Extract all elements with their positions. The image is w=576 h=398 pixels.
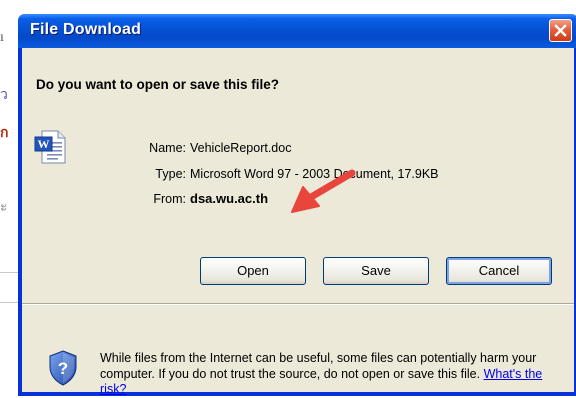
file-type-value: Microsoft Word 97 - 2003 Document, 17.9K… [190,167,439,181]
security-shield-icon: ? [49,350,77,386]
question-text: Do you want to open or save this file? [36,77,280,92]
from-label: From: [153,192,186,206]
background-text-fragment: ว [0,88,8,103]
title-bar[interactable]: File Download [18,14,576,48]
close-button[interactable] [549,19,572,42]
open-button[interactable]: Open [200,257,306,285]
name-label: Name: [149,141,186,155]
close-icon [554,24,567,37]
file-source-value: dsa.wu.ac.th [190,191,269,206]
svg-text:?: ? [58,359,68,378]
background-text-fragment: ı [0,30,4,45]
background-divider [0,302,20,303]
type-label: Type: [155,167,186,181]
dialog-body: Do you want to open or save this file? W… [22,48,574,396]
dialog-title: File Download [30,21,142,38]
warning-text: While files from the Internet can be use… [100,351,537,381]
separator-highlight [22,304,574,305]
file-name-value: VehicleReport.doc [190,141,292,155]
svg-text:W: W [38,137,50,151]
security-warning: While files from the Internet can be use… [100,351,560,398]
background-divider [0,272,20,273]
cancel-button[interactable]: Cancel [446,257,552,285]
file-download-dialog: File Download Do you want to open or sav… [18,14,576,396]
save-button[interactable]: Save [323,257,429,285]
background-text-fragment: ะ [0,200,8,215]
word-document-icon: W [34,130,66,164]
background-text-fragment: ก [0,126,9,141]
